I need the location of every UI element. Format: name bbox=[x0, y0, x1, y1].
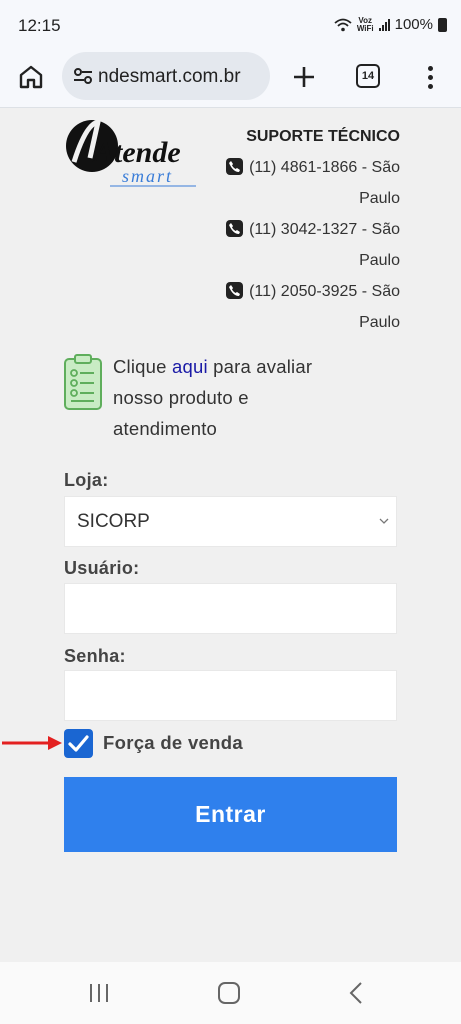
new-tab-button[interactable] bbox=[287, 60, 321, 94]
menu-dot-icon bbox=[427, 74, 433, 80]
volte-indicator: Voz WiFi bbox=[356, 15, 374, 33]
home-nav-button[interactable] bbox=[216, 980, 242, 1006]
phone-icon bbox=[226, 220, 244, 237]
password-label: Senha: bbox=[64, 646, 126, 666]
support-info: SUPORTE TÉCNICO (11) 4861-1866 - São Pau… bbox=[200, 122, 400, 338]
chevron-down-icon bbox=[379, 518, 389, 524]
phone-entry: (11) 3042-1327 - São Paulo bbox=[200, 214, 400, 276]
logo-sub-text: smart bbox=[122, 166, 173, 186]
phone-city: Paulo bbox=[359, 314, 400, 331]
clipboard-checklist-icon bbox=[64, 354, 102, 410]
user-label: Usuário: bbox=[64, 558, 140, 578]
phone-icon bbox=[226, 158, 244, 175]
store-selected-value: SICORP bbox=[77, 511, 150, 532]
browser-menu-button[interactable] bbox=[418, 60, 442, 94]
phone-city: Paulo bbox=[359, 190, 400, 207]
wifi-icon bbox=[334, 18, 352, 31]
menu-dot-icon bbox=[427, 65, 433, 71]
home-icon bbox=[19, 65, 43, 89]
sales-force-label[interactable]: Força de venda bbox=[103, 732, 243, 754]
phone-icon bbox=[226, 282, 244, 299]
support-title: SUPORTE TÉCNICO bbox=[246, 128, 400, 145]
battery-icon bbox=[438, 17, 447, 32]
store-select[interactable]: SICORP bbox=[64, 496, 397, 547]
atende-smart-logo: Atende smart bbox=[66, 118, 196, 187]
sales-force-checkbox[interactable] bbox=[64, 729, 93, 758]
logo-main-text: Atende bbox=[92, 136, 181, 169]
back-nav-button[interactable] bbox=[346, 980, 366, 1006]
url-text: ndesmart.com.br bbox=[98, 66, 241, 87]
rating-link[interactable]: aqui bbox=[172, 356, 208, 377]
tab-switcher-button[interactable]: 14 bbox=[354, 62, 382, 90]
status-time: 12:15 bbox=[18, 16, 61, 35]
status-indicators: Voz WiFi 100% bbox=[334, 16, 447, 33]
plus-icon bbox=[294, 67, 314, 87]
user-input[interactable] bbox=[64, 583, 397, 634]
address-bar[interactable]: ndesmart.com.br bbox=[62, 52, 270, 100]
red-arrow-annotation bbox=[2, 736, 62, 750]
signal-icon bbox=[378, 18, 390, 31]
browser-toolbar: ndesmart.com.br 14 bbox=[0, 48, 461, 108]
system-nav-bar bbox=[0, 962, 461, 1024]
battery-percent: 100% bbox=[394, 16, 433, 33]
phone-number[interactable]: (11) 4861-1866 - São bbox=[249, 159, 400, 176]
phone-entry: (11) 2050-3925 - São Paulo bbox=[200, 276, 400, 338]
phone-city: Paulo bbox=[359, 252, 400, 269]
recent-apps-button[interactable] bbox=[88, 980, 110, 1006]
phone-number[interactable]: (11) 3042-1327 - São bbox=[249, 221, 400, 238]
menu-dot-icon bbox=[427, 83, 433, 89]
login-button[interactable]: Entrar bbox=[64, 777, 397, 852]
phone-entry: (11) 4861-1866 - São Paulo bbox=[200, 152, 400, 214]
phone-number[interactable]: (11) 2050-3925 - São bbox=[249, 283, 400, 300]
tab-count: 14 bbox=[356, 64, 380, 88]
checkmark-icon bbox=[68, 735, 89, 752]
status-bar: 12:15 Voz WiFi 100% bbox=[0, 0, 461, 48]
site-settings-icon[interactable] bbox=[72, 65, 94, 87]
store-label: Loja: bbox=[64, 470, 109, 490]
rating-text: Clique aqui para avaliar nosso produto e… bbox=[113, 356, 313, 439]
home-button[interactable] bbox=[14, 60, 48, 94]
password-input[interactable] bbox=[64, 670, 397, 721]
